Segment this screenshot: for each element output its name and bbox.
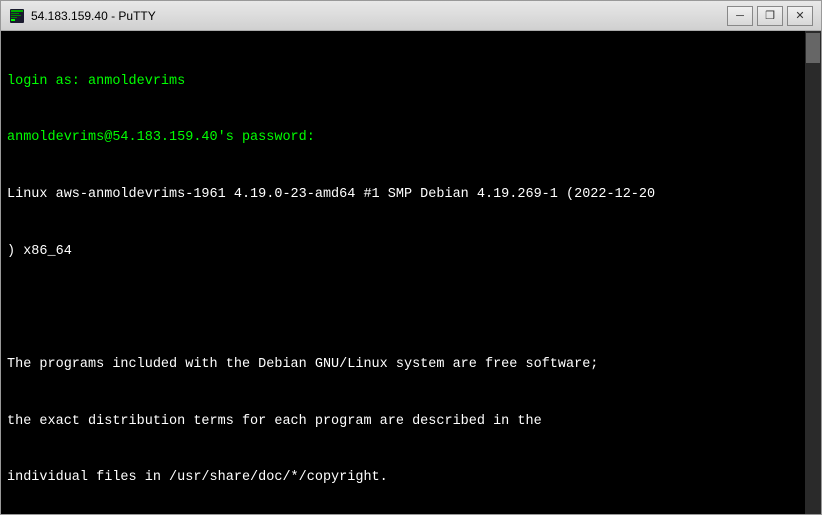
line-programs3: individual files in /usr/share/doc/*/cop… bbox=[7, 469, 815, 488]
scrollbar-thumb[interactable] bbox=[806, 33, 820, 63]
minimize-button[interactable]: ─ bbox=[727, 6, 753, 26]
line-programs1: The programs included with the Debian GN… bbox=[7, 356, 815, 375]
putty-icon bbox=[9, 8, 25, 24]
line-linux2: ) x86_64 bbox=[7, 243, 815, 262]
line-password: anmoldevrims@54.183.159.40's password: bbox=[7, 129, 815, 148]
scrollbar[interactable] bbox=[805, 31, 821, 514]
terminal-area[interactable]: login as: anmoldevrims anmoldevrims@54.1… bbox=[1, 31, 821, 514]
title-bar-left: 54.183.159.40 - PuTTY bbox=[9, 8, 156, 24]
window-title: 54.183.159.40 - PuTTY bbox=[31, 9, 156, 23]
window-controls: ─ ❒ ✕ bbox=[727, 6, 813, 26]
terminal-output: login as: anmoldevrims anmoldevrims@54.1… bbox=[7, 35, 815, 514]
line-login: login as: anmoldevrims bbox=[7, 73, 815, 92]
title-bar: 54.183.159.40 - PuTTY ─ ❒ ✕ bbox=[1, 1, 821, 31]
line-programs2: the exact distribution terms for each pr… bbox=[7, 413, 815, 432]
line-linux1: Linux aws-anmoldevrims-1961 4.19.0-23-am… bbox=[7, 186, 815, 205]
close-button[interactable]: ✕ bbox=[787, 6, 813, 26]
putty-window: 54.183.159.40 - PuTTY ─ ❒ ✕ login as: an… bbox=[0, 0, 822, 515]
restore-button[interactable]: ❒ bbox=[757, 6, 783, 26]
line-blank1 bbox=[7, 299, 815, 318]
